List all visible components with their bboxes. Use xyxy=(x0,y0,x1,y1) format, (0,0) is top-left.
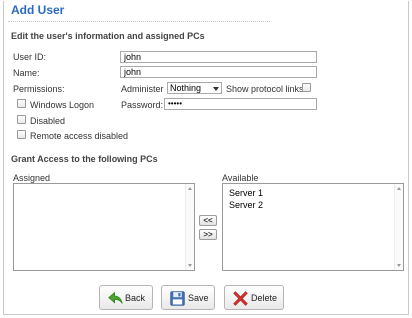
back-arrow-icon xyxy=(108,291,123,304)
page-title: Add User xyxy=(11,3,65,17)
disabled-label: Disabled xyxy=(30,116,66,126)
title-divider xyxy=(8,21,270,22)
administer-selected-value: Nothing xyxy=(170,83,202,93)
scroll-up-icon[interactable] xyxy=(397,187,401,190)
show-protocol-links-checkbox[interactable] xyxy=(302,83,311,92)
grant-access-heading: Grant Access to the following PCs xyxy=(11,154,158,164)
assigned-pcs-list[interactable] xyxy=(13,183,195,271)
show-protocol-links-label: Show protocol links xyxy=(226,84,304,94)
back-label: Back xyxy=(125,293,146,303)
available-pcs-list[interactable]: Server 1 Server 2 xyxy=(222,183,404,271)
remote-access-disabled-checkbox[interactable] xyxy=(17,130,26,139)
delete-button[interactable]: Delete xyxy=(224,285,284,310)
windows-logon-label: Windows Logon xyxy=(30,100,95,110)
assigned-label: Assigned xyxy=(13,173,51,183)
permissions-label: Permissions: xyxy=(13,84,65,94)
scroll-down-icon[interactable] xyxy=(188,264,192,267)
save-button[interactable]: Save xyxy=(161,285,215,310)
disabled-checkbox[interactable] xyxy=(17,115,26,124)
user-id-input[interactable] xyxy=(120,51,317,63)
user-info-heading: Edit the user's information and assigned… xyxy=(11,31,205,41)
administer-select[interactable]: Nothing xyxy=(167,82,222,94)
move-to-available-button[interactable]: >> xyxy=(199,229,217,240)
red-x-icon xyxy=(233,291,248,306)
password-label: Password: xyxy=(121,100,164,110)
name-input[interactable] xyxy=(120,66,317,78)
available-label: Available xyxy=(222,173,259,183)
scroll-down-icon[interactable] xyxy=(397,264,401,267)
user-id-label: User ID: xyxy=(13,52,47,62)
administer-label: Administer xyxy=(121,84,164,94)
back-button[interactable]: Back xyxy=(99,285,153,310)
list-item[interactable]: Server 2 xyxy=(229,200,263,210)
floppy-disk-icon xyxy=(170,291,185,306)
name-label: Name: xyxy=(13,68,40,78)
windows-logon-checkbox[interactable] xyxy=(17,99,26,108)
delete-label: Delete xyxy=(251,293,278,303)
available-scrollbar[interactable] xyxy=(394,184,403,270)
list-item[interactable]: Server 1 xyxy=(229,188,263,198)
remote-access-disabled-label: Remote access disabled xyxy=(30,131,129,141)
password-input[interactable]: ••••• xyxy=(164,98,317,110)
move-to-assigned-button[interactable]: << xyxy=(199,215,217,226)
chevron-down-icon xyxy=(213,87,219,91)
scroll-up-icon[interactable] xyxy=(188,187,192,190)
assigned-scrollbar[interactable] xyxy=(185,184,194,270)
save-label: Save xyxy=(188,293,209,303)
